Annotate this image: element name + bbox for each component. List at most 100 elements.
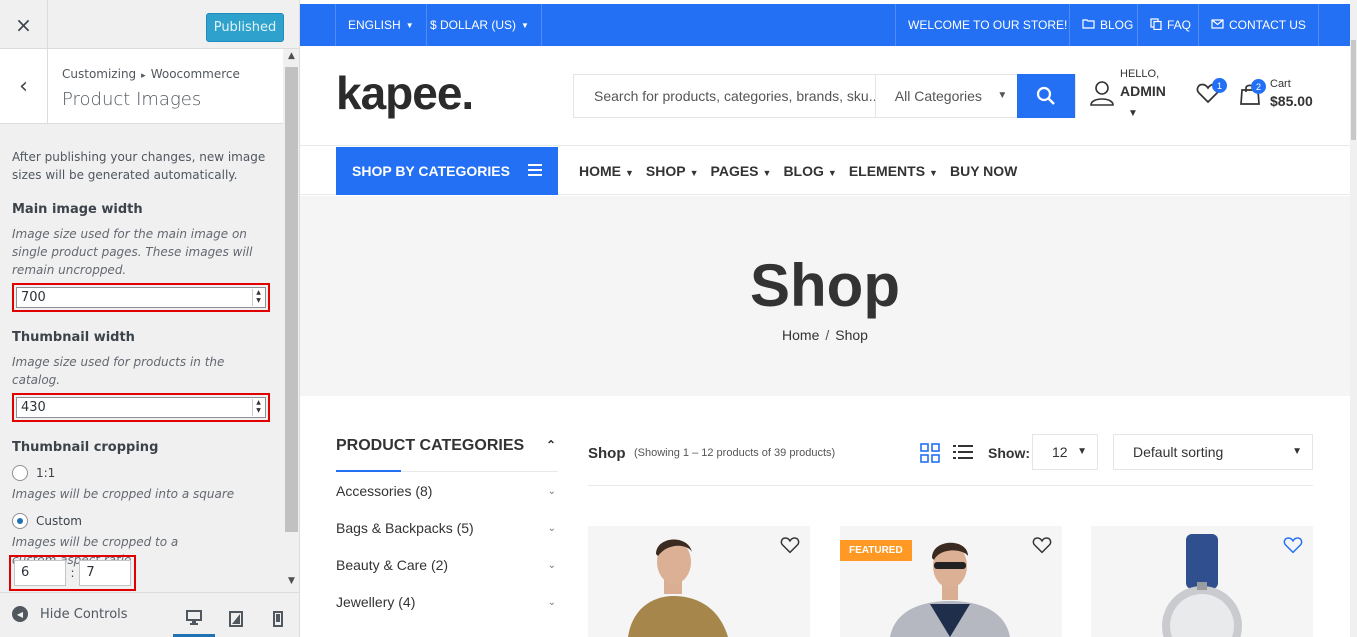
breadcrumb-home-link[interactable]: Home xyxy=(782,327,819,343)
menu-item-buy-now[interactable]: BUY NOW xyxy=(950,163,1017,179)
user-icon xyxy=(1090,81,1114,106)
ratio-highlight: 6 : 7 xyxy=(9,555,136,591)
product-card[interactable] xyxy=(588,526,810,637)
cart-total: $85.00 xyxy=(1270,93,1313,109)
currency-switcher[interactable]: $ DOLLAR (US) ▼ xyxy=(418,4,542,46)
result-count: (Showing 1 – 12 products of 39 products) xyxy=(634,447,836,459)
product-card[interactable]: FEATURED xyxy=(840,526,1062,637)
faq-label: FAQ xyxy=(1167,18,1192,32)
menu-label: SHOP xyxy=(645,163,686,179)
category-select[interactable]: All Categories ▼ xyxy=(876,75,1017,117)
hide-controls-button[interactable]: ◀ Hide Controls xyxy=(12,606,128,622)
site-logo[interactable]: kapee. xyxy=(336,66,474,120)
thumb-width-input[interactable]: 430 ▲ ▼ xyxy=(16,397,266,418)
search-input[interactable]: Search for products, categories, brands,… xyxy=(574,75,876,117)
categories-button-label: SHOP BY CATEGORIES xyxy=(352,163,510,179)
heart-icon[interactable] xyxy=(1032,536,1052,554)
shop-label: Shop xyxy=(588,445,626,462)
customizer-footer: ◀ Hide Controls xyxy=(0,592,299,637)
category-label: Jewellery (4) xyxy=(336,593,416,610)
currency-label: $ DOLLAR (US) xyxy=(430,18,517,32)
desktop-icon[interactable] xyxy=(173,601,215,637)
category-item[interactable]: Jewellery (4) ⌄ xyxy=(336,583,558,620)
crop-option-square[interactable]: 1:1 xyxy=(12,465,271,481)
collapse-icon: ◀ xyxy=(12,606,28,622)
product-image xyxy=(1162,534,1242,637)
scrollbar-thumb[interactable] xyxy=(285,67,298,532)
product-card[interactable] xyxy=(1091,526,1313,637)
publish-note: After publishing your changes, new image… xyxy=(12,150,266,182)
blog-link[interactable]: BLOG xyxy=(1069,4,1145,46)
greeting-label: HELLO, xyxy=(1120,68,1160,80)
wishlist-button[interactable]: 1 xyxy=(1196,78,1227,108)
mobile-icon[interactable] xyxy=(257,601,299,637)
main-width-highlight: 700 ▲ ▼ xyxy=(12,283,270,312)
number-spinner-icon[interactable]: ▲ ▼ xyxy=(252,399,264,416)
chevron-down-icon[interactable]: ⌄ xyxy=(548,560,556,571)
folder-icon xyxy=(1082,18,1095,32)
tablet-icon[interactable] xyxy=(215,601,257,637)
widget-title[interactable]: PRODUCT CATEGORIES ⌃ xyxy=(336,430,558,472)
category-item[interactable]: Bags & Backpacks (5) ⌄ xyxy=(336,509,558,546)
breadcrumb: Customizing ▸ Woocommerce xyxy=(62,67,240,81)
wishlist-count-badge: 1 xyxy=(1212,78,1227,93)
sort-value: Default sorting xyxy=(1133,444,1224,460)
category-item[interactable]: Beauty & Care (2) ⌄ xyxy=(336,546,558,583)
menu-item-elements[interactable]: ELEMENTS ▼ xyxy=(849,163,938,179)
heart-icon[interactable] xyxy=(1283,536,1303,554)
number-spinner-icon[interactable]: ▲ ▼ xyxy=(252,289,264,306)
contact-link[interactable]: CONTACT US xyxy=(1198,4,1319,46)
breadcrumb: Home / Shop xyxy=(300,327,1350,343)
widget-title-label: PRODUCT CATEGORIES xyxy=(336,437,525,454)
scroll-down-icon[interactable]: ▼ xyxy=(283,576,299,590)
thumb-width-description: Image size used for products in the cata… xyxy=(12,355,225,387)
category-item[interactable]: Accessories (8) ⌄ xyxy=(336,472,558,509)
menu-item-pages[interactable]: PAGES ▼ xyxy=(711,163,772,179)
preview-scrollbar[interactable] xyxy=(1350,0,1357,637)
chevron-down-icon[interactable]: ⌄ xyxy=(548,523,556,534)
controls-panel: After publishing your changes, new image… xyxy=(0,125,283,592)
menu-item-blog[interactable]: BLOG ▼ xyxy=(783,163,836,179)
list-view-icon[interactable] xyxy=(953,444,973,460)
faq-link[interactable]: FAQ xyxy=(1137,4,1203,46)
menu-label: HOME xyxy=(579,163,621,179)
chevron-down-icon: ▼ xyxy=(929,168,938,178)
back-button[interactable]: ‹ xyxy=(0,49,48,124)
shop-by-categories-button[interactable]: SHOP BY CATEGORIES xyxy=(336,147,558,195)
ratio-width-input[interactable]: 6 xyxy=(14,560,66,586)
scroll-up-icon[interactable]: ▲ xyxy=(283,51,299,65)
publish-button[interactable]: Published xyxy=(206,13,284,42)
grid-view-icon[interactable] xyxy=(920,443,940,463)
category-label: Beauty & Care (2) xyxy=(336,556,449,573)
thumb-width-highlight: 430 ▲ ▼ xyxy=(12,393,270,422)
menu-icon xyxy=(528,164,542,176)
cart-label: Cart xyxy=(1270,78,1291,90)
sort-select[interactable]: Default sorting ▼ xyxy=(1113,434,1313,470)
cart-count-badge: 2 xyxy=(1251,79,1266,94)
chevron-down-icon: ▼ xyxy=(1077,446,1087,457)
heart-icon[interactable] xyxy=(780,536,800,554)
product-image xyxy=(628,539,728,637)
welcome-label: WELCOME TO OUR STORE! xyxy=(908,18,1068,32)
search-button[interactable] xyxy=(1017,74,1075,118)
menu-item-shop[interactable]: SHOP ▼ xyxy=(646,163,699,179)
main-width-input[interactable]: 700 ▲ ▼ xyxy=(16,287,266,308)
close-customizer-button[interactable]: × xyxy=(0,0,48,49)
preview-scrollbar-thumb[interactable] xyxy=(1351,40,1356,140)
thumb-width-label: Thumbnail width xyxy=(12,330,135,345)
radio-label: Custom xyxy=(36,514,82,528)
menu-item-home[interactable]: HOME ▼ xyxy=(579,163,634,179)
breadcrumb-item: Woocommerce xyxy=(150,67,240,81)
radio-square[interactable] xyxy=(12,465,28,481)
radio-custom[interactable] xyxy=(12,513,28,529)
sidebar-scrollbar[interactable]: ▲ ▼ xyxy=(283,49,299,592)
per-page-select[interactable]: 12 ▼ xyxy=(1032,434,1098,470)
crop-option-custom[interactable]: Custom xyxy=(12,513,271,529)
chevron-down-icon[interactable]: ⌄ xyxy=(548,597,556,608)
chevron-down-icon[interactable]: ⌄ xyxy=(548,486,556,497)
breadcrumb-item: Customizing xyxy=(62,67,137,81)
page-title-banner: Shop Home / Shop xyxy=(300,196,1350,396)
language-switcher[interactable]: ENGLISH ▼ xyxy=(335,4,427,46)
page-title: Shop xyxy=(750,252,900,319)
ratio-height-input[interactable]: 7 xyxy=(79,560,131,586)
